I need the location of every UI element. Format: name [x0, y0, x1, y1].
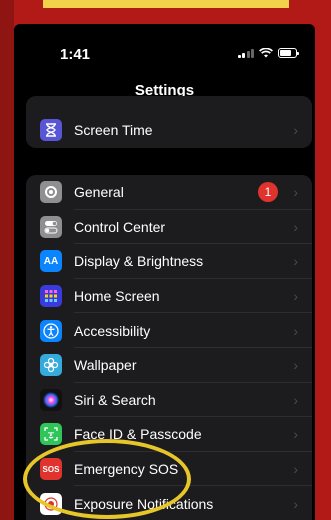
notification-badge: 1	[258, 182, 278, 203]
chevron-right-icon: ›	[293, 461, 298, 478]
chevron-right-icon: ›	[293, 391, 298, 408]
settings-group-top: Screen Time ›	[26, 96, 312, 148]
settings-row-accessibility[interactable]: Accessibility ›	[26, 313, 312, 348]
settings-row-home-screen[interactable]: Home Screen ›	[26, 279, 312, 314]
flower-icon	[40, 354, 62, 377]
row-label: General	[74, 184, 124, 201]
siri-icon	[40, 388, 62, 411]
row-label: Control Center	[74, 218, 166, 235]
settings-row-display-brightness[interactable]: AA Display & Brightness ›	[26, 244, 312, 279]
row-label: Display & Brightness	[74, 253, 204, 270]
hourglass-icon	[40, 119, 62, 142]
chevron-right-icon: ›	[293, 288, 298, 305]
row-label: Siri & Search	[74, 391, 156, 408]
chevron-right-icon: ›	[293, 122, 298, 139]
cellular-signal-icon	[237, 48, 254, 58]
settings-row-screen-time[interactable]: Screen Time ›	[26, 113, 312, 148]
background-strip	[43, 0, 289, 8]
wifi-icon	[259, 48, 273, 58]
face-id-icon	[40, 423, 62, 446]
row-label: Wallpaper	[74, 357, 137, 374]
chevron-right-icon: ›	[293, 253, 298, 270]
status-time: 1:41	[60, 46, 91, 63]
battery-icon	[278, 48, 299, 58]
settings-row-siri-search[interactable]: Siri & Search ›	[26, 383, 312, 418]
chevron-right-icon: ›	[293, 426, 298, 443]
chevron-right-icon: ›	[293, 184, 298, 201]
row-label: Accessibility	[74, 322, 151, 339]
chevron-right-icon: ›	[293, 357, 298, 374]
settings-row-control-center[interactable]: Control Center ›	[26, 210, 312, 245]
frame-edge	[0, 0, 14, 520]
status-bar: 1:41	[14, 24, 315, 70]
status-icons	[237, 48, 299, 58]
chevron-right-icon: ›	[293, 322, 298, 339]
toggles-icon	[40, 215, 62, 238]
settings-row-general[interactable]: General 1 ›	[26, 175, 312, 210]
chevron-right-icon: ›	[293, 495, 298, 512]
gear-icon	[40, 181, 62, 204]
settings-row-wallpaper[interactable]: Wallpaper ›	[26, 348, 312, 383]
highlight-circle-annotation	[23, 439, 191, 519]
home-grid-icon	[40, 285, 62, 308]
aa-icon: AA	[40, 250, 62, 273]
accessibility-icon	[40, 319, 62, 342]
row-label: Home Screen	[74, 288, 160, 305]
row-label: Screen Time	[74, 122, 153, 139]
chevron-right-icon: ›	[293, 218, 298, 235]
